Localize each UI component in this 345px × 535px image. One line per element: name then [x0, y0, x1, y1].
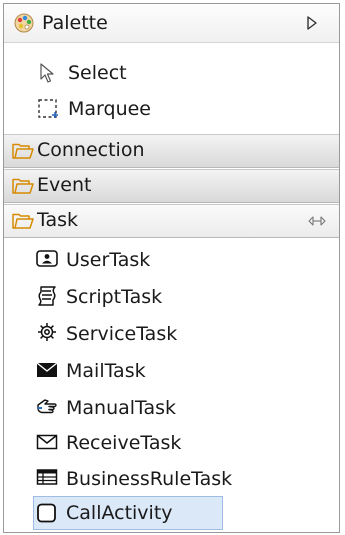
tool-label: Marquee	[68, 98, 151, 120]
palette-icon	[14, 13, 34, 33]
task-receivetask[interactable]: ReceiveTask	[4, 427, 339, 461]
rounded-square-icon	[37, 503, 56, 523]
task-label: ManualTask	[66, 397, 177, 419]
drawer-task[interactable]: Task	[4, 204, 339, 238]
task-businessruletask[interactable]: BusinessRuleTask	[4, 463, 339, 497]
task-callactivity[interactable]: CallActivity	[4, 497, 339, 531]
folder-open-icon	[12, 213, 34, 229]
table-icon	[36, 469, 58, 485]
palette-panel: Palette Select Marquee Connection Event	[3, 3, 340, 533]
task-label: MailTask	[66, 360, 146, 382]
task-label: CallActivity	[66, 502, 173, 524]
task-servicetask[interactable]: ServiceTask	[4, 318, 339, 352]
tool-select[interactable]: Select	[4, 56, 339, 90]
drawer-connection[interactable]: Connection	[4, 134, 339, 168]
pin-icon[interactable]	[308, 215, 326, 227]
folder-icon	[12, 143, 34, 159]
user-task-icon	[36, 250, 58, 267]
task-scripttask[interactable]: ScriptTask	[4, 281, 339, 315]
task-manualtask[interactable]: ManualTask	[4, 392, 339, 426]
triangle-right-icon[interactable]	[307, 16, 317, 30]
task-label: ScriptTask	[66, 286, 163, 308]
envelope-icon	[36, 434, 58, 450]
task-label: UserTask	[66, 249, 151, 271]
task-mailtask[interactable]: MailTask	[4, 355, 339, 389]
gear-icon	[38, 323, 56, 341]
folder-icon	[12, 178, 34, 194]
drawer-label: Task	[37, 209, 79, 231]
palette-header[interactable]: Palette	[4, 4, 339, 43]
tool-label: Select	[68, 62, 127, 84]
tool-marquee[interactable]: Marquee	[4, 92, 339, 126]
drawer-label: Connection	[37, 139, 145, 161]
select-arrow-icon	[40, 63, 54, 83]
drawer-event[interactable]: Event	[4, 169, 339, 203]
task-usertask[interactable]: UserTask	[4, 244, 339, 278]
script-task-icon	[38, 286, 56, 306]
task-label: BusinessRuleTask	[66, 468, 233, 490]
task-label: ReceiveTask	[66, 432, 182, 454]
hand-icon	[37, 399, 57, 414]
mail-filled-icon	[36, 362, 58, 377]
drawer-label: Event	[37, 174, 92, 196]
marquee-icon	[38, 99, 58, 118]
task-label: ServiceTask	[66, 323, 178, 345]
palette-title: Palette	[42, 12, 108, 34]
